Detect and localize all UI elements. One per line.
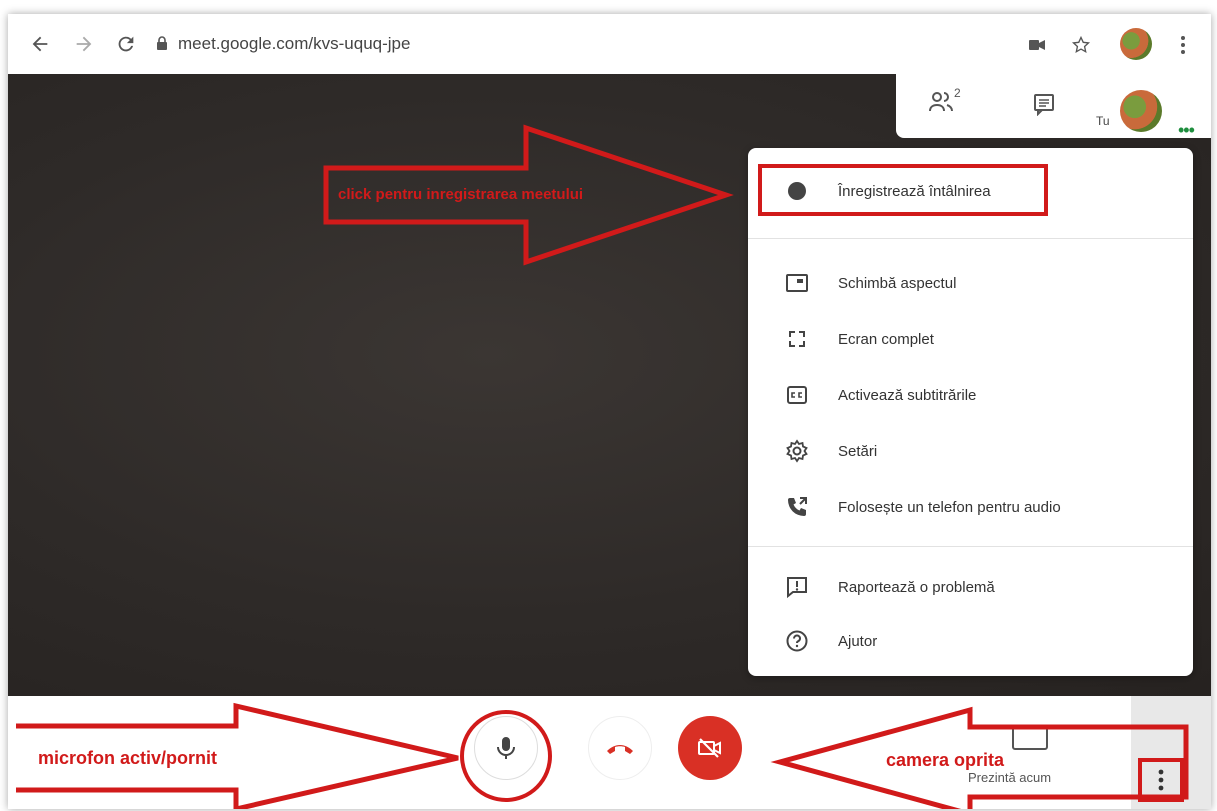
record-hint-text: click pentru inregistrarea meetului: [338, 186, 584, 203]
annotation-layer: [16, 124, 1189, 809]
mic-hint-text: microfon activ/pornit: [38, 748, 218, 768]
camera-hint-text: camera oprita: [886, 750, 1005, 770]
screenshot-frame: meet.google.com/kvs-uquq-jpe 2 Tu ••• În…: [8, 14, 1211, 809]
